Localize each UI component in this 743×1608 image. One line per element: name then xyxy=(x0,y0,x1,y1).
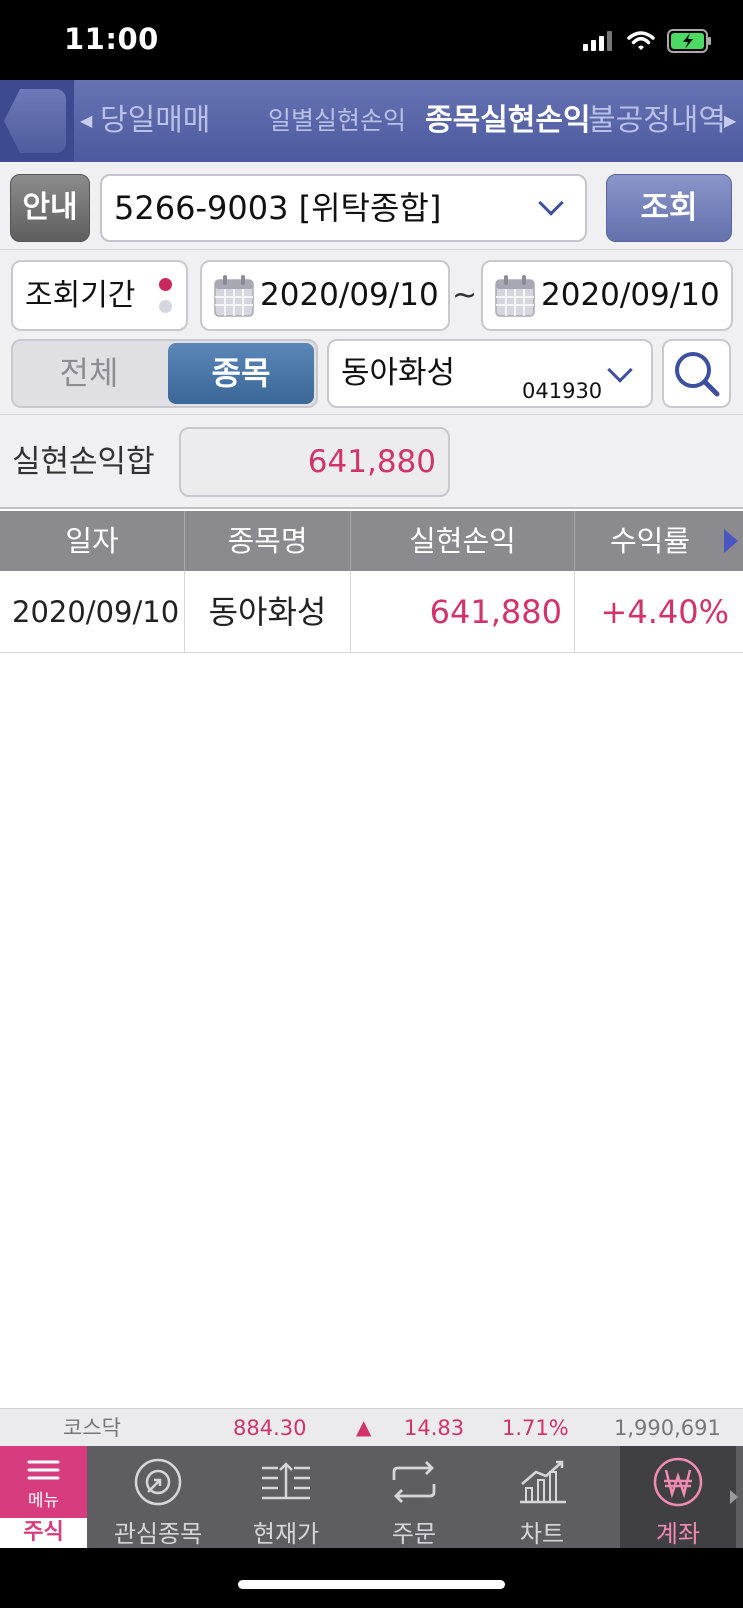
bottom-nav: 메뉴 주식 관심종목 현재가 주문 차트 계좌 xyxy=(0,1446,743,1548)
stock-name: 동아화성 xyxy=(341,355,456,391)
cell-rate: +4.40% xyxy=(600,593,729,631)
scroll-right-icon[interactable] xyxy=(722,528,740,554)
won-icon xyxy=(653,1457,703,1507)
menu-sub-label: 주식 xyxy=(0,1518,87,1548)
ticker-volume: 1,990,691 xyxy=(614,1416,721,1440)
watchlist-icon xyxy=(134,1458,182,1506)
nav-watchlist[interactable]: 관심종목 xyxy=(94,1446,222,1548)
tab-daily-realized-pl[interactable]: 일별실현손익 xyxy=(268,80,406,162)
end-date-field[interactable]: 2020/09/10 xyxy=(481,260,733,331)
tab-stock-realized-pl[interactable]: 종목실현손익 xyxy=(425,80,591,162)
account-row: 안내 5266-9003 [위탁종합] 조회 xyxy=(0,162,743,250)
tab-unfair-trade[interactable]: 불공정내역 xyxy=(588,80,726,162)
toggle-all[interactable]: 전체 xyxy=(13,341,165,406)
account-value: 5266-9003 [위탁종합] xyxy=(114,189,442,227)
column-header-profit: 실현손익 xyxy=(351,511,575,571)
column-header-name: 종목명 xyxy=(185,511,351,571)
status-time: 11:00 xyxy=(64,22,159,56)
ticker-index-name: 코스닥 xyxy=(63,1416,121,1440)
price-ladder-icon xyxy=(262,1462,310,1500)
search-icon xyxy=(675,352,720,397)
stock-code: 041930 xyxy=(522,379,603,403)
nav-watchlist-label: 관심종목 xyxy=(113,1520,203,1548)
cell-name: 동아화성 xyxy=(185,571,351,653)
period-label: 조회기간 xyxy=(25,278,136,313)
query-button[interactable]: 조회 xyxy=(606,174,732,242)
nav-account[interactable]: 계좌 xyxy=(620,1446,736,1548)
period-selector[interactable]: 조회기간 xyxy=(11,260,188,331)
nav-current-price-label: 현재가 xyxy=(252,1520,320,1548)
nav-order-label: 주문 xyxy=(391,1520,437,1548)
tab-daily-trade[interactable]: 당일매매 xyxy=(100,80,210,162)
ticker-change-pct: 1.71% xyxy=(502,1416,569,1440)
wifi-icon xyxy=(627,31,655,50)
cell-date: 2020/09/10 xyxy=(0,571,185,653)
top-tab-bar: ◀ 당일매매 일별실현손익 종목실현손익 불공정내역 ▶ xyxy=(0,80,743,162)
summary-value: 641,880 xyxy=(179,427,450,497)
ticker-change: 14.83 xyxy=(404,1416,465,1440)
nav-account-label: 계좌 xyxy=(655,1520,701,1548)
info-button[interactable]: 안내 xyxy=(10,174,90,242)
nav-current-price[interactable]: 현재가 xyxy=(222,1446,350,1548)
nav-chart[interactable]: 차트 xyxy=(478,1446,606,1548)
scroll-right-icon[interactable] xyxy=(729,1489,739,1505)
home-indicator[interactable] xyxy=(238,1580,505,1589)
summary-row: 실현손익합 641,880 xyxy=(0,415,743,509)
calendar-icon xyxy=(495,275,535,317)
date-separator: ~ xyxy=(452,278,478,313)
up-triangle-icon: ▲ xyxy=(356,1415,372,1439)
back-button[interactable] xyxy=(0,80,74,162)
scope-toggle: 전체 종목 xyxy=(11,339,318,408)
dot-indicator-icon xyxy=(159,300,172,313)
market-ticker[interactable]: 코스닥 884.30 ▲ 14.83 1.71% 1,990,691 xyxy=(0,1408,743,1446)
battery-icon xyxy=(667,29,711,53)
end-date-value: 2020/09/10 xyxy=(541,277,720,313)
chevron-down-icon xyxy=(607,357,633,383)
calendar-icon xyxy=(214,275,254,317)
scroll-right-icon[interactable]: ▶ xyxy=(724,80,736,162)
stock-select[interactable]: 동아화성 041930 xyxy=(327,339,653,408)
back-arrow-icon xyxy=(4,89,66,153)
chart-icon xyxy=(520,1460,566,1504)
account-select[interactable]: 5266-9003 [위탁종합] xyxy=(100,174,587,242)
cell-profit: 641,880 xyxy=(351,571,575,653)
start-date-value: 2020/09/10 xyxy=(260,277,439,313)
column-header-date: 일자 xyxy=(0,511,185,571)
status-bar: 11:00 xyxy=(0,0,743,80)
table-header: 일자 종목명 실현손익 수익률 xyxy=(0,511,743,571)
dot-indicator-icon xyxy=(159,278,172,291)
column-header-rate: 수익률 xyxy=(609,524,691,558)
home-area xyxy=(0,1548,743,1608)
menu-label: 메뉴 xyxy=(27,1491,60,1511)
ticker-value: 884.30 xyxy=(233,1416,307,1440)
nav-chart-label: 차트 xyxy=(519,1520,565,1548)
status-icons xyxy=(583,26,713,56)
signal-icon xyxy=(583,31,612,51)
filter-panel: 조회기간 2020/09/10 ~ 2020/09/10 전체 종목 동아화성 … xyxy=(0,250,743,415)
summary-label: 실현손익합 xyxy=(12,444,155,480)
table-row[interactable]: 2020/09/10 동아화성 641,880 +4.40% xyxy=(0,571,743,653)
scroll-left-icon[interactable]: ◀ xyxy=(80,80,92,162)
start-date-field[interactable]: 2020/09/10 xyxy=(200,260,450,331)
toggle-stock[interactable]: 종목 xyxy=(168,343,314,404)
chevron-down-icon xyxy=(538,190,564,216)
menu-button[interactable]: 메뉴 주식 xyxy=(0,1446,87,1548)
stock-search-button[interactable] xyxy=(662,339,731,408)
nav-order[interactable]: 주문 xyxy=(350,1446,478,1548)
order-exchange-icon xyxy=(392,1461,436,1503)
